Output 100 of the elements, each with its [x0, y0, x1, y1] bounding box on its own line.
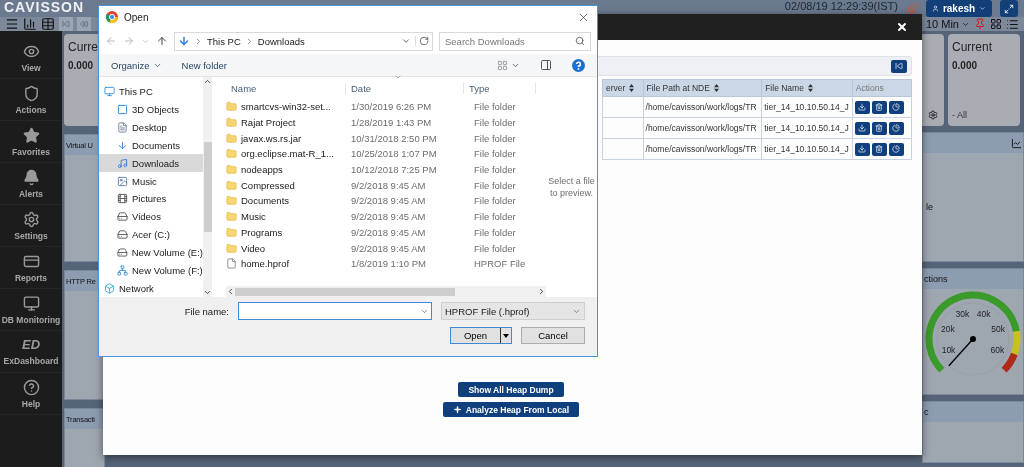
delete-button[interactable] [871, 100, 887, 114]
line-chart-icon[interactable] [1011, 137, 1022, 149]
address-bar[interactable]: This PC Downloads [174, 31, 433, 51]
nav-item-icon [117, 175, 128, 187]
nav-item[interactable]: Documents [99, 136, 203, 155]
time-range-dropdown[interactable]: 10 Min [925, 18, 970, 30]
download-button[interactable] [854, 100, 870, 114]
file-date: 10/31/2018 2:50 PM [350, 132, 438, 144]
sort-icon[interactable] [629, 84, 635, 92]
paint-icon[interactable] [906, 2, 918, 15]
preview-pane-button[interactable] [540, 59, 552, 71]
download-button[interactable] [854, 142, 870, 156]
breadcrumb[interactable]: Downloads [257, 35, 305, 47]
breadcrumb[interactable]: This PC [207, 35, 241, 47]
help-icon [22, 378, 40, 396]
sidebar-item[interactable]: ED ExDashboard [0, 331, 62, 373]
action-button[interactable]: Analyze Heap From Local [442, 402, 580, 417]
table-icon[interactable] [41, 17, 55, 31]
sidebar-item[interactable]: Alerts [0, 163, 62, 205]
sort-icon[interactable] [807, 84, 813, 92]
file-row[interactable]: Music 9/2/2018 9:45 AM File folder [226, 208, 546, 225]
folder-icon [226, 179, 237, 191]
open-button[interactable]: Open [450, 327, 512, 344]
nav-item[interactable]: New Volume (F:) [99, 261, 203, 280]
nav-item[interactable]: Pictures [99, 189, 203, 208]
up-arrow-icon[interactable] [156, 35, 168, 47]
close-icon[interactable] [896, 21, 908, 33]
list-icon[interactable] [1006, 17, 1019, 31]
delete-button[interactable] [871, 142, 887, 156]
action-button[interactable]: Show All Heap Dump [458, 382, 564, 397]
table-cell: tier_14_10.10.50.14_J [761, 117, 853, 139]
scrollbar[interactable] [203, 77, 212, 297]
file-name: nodeapps [241, 164, 283, 176]
card-note: - All [952, 110, 968, 120]
nav-item[interactable]: Desktop [99, 118, 203, 137]
sidebar-item[interactable]: Settings [0, 205, 62, 247]
delete-button[interactable] [871, 121, 887, 135]
nav-item[interactable]: This PC [99, 83, 203, 101]
column-header[interactable]: Name [226, 82, 346, 94]
file-row[interactable]: Rajat Project 1/28/2019 1:43 PM File folder [226, 114, 546, 131]
file-row[interactable]: smartcvs-win32-set... 1/30/2019 6:26 PM File folder [226, 99, 546, 115]
column-header[interactable]: Date [346, 82, 464, 94]
column-header[interactable]: Type [464, 82, 536, 94]
sidebar-item[interactable]: Reports [0, 247, 62, 289]
sidebar-item[interactable]: DB Monitoring [0, 289, 62, 331]
file-type: File folder [473, 226, 517, 238]
scrollbar[interactable] [226, 286, 546, 297]
star-icon [22, 126, 40, 144]
sidebar-item[interactable]: Favorites [0, 121, 62, 163]
user-icon [932, 4, 939, 13]
table-cell [602, 117, 644, 139]
file-type-dropdown[interactable]: HPROF File (.hprof) [441, 302, 585, 320]
download-folder-icon [178, 35, 190, 47]
file-row[interactable]: Documents 9/2/2018 9:45 AM File folder [226, 193, 546, 209]
file-row[interactable]: home.hprof 1/8/2019 1:10 PM HPROF File [226, 255, 546, 272]
dialog-title: Open [124, 11, 149, 23]
nav-item[interactable]: Acer (C:) [99, 225, 203, 244]
sidebar-item[interactable]: Help [0, 373, 62, 415]
grid-icon[interactable] [990, 18, 1002, 30]
preview-message: Select a file to preview. [547, 175, 596, 200]
file-row[interactable]: Compressed 9/2/2018 9:45 AM File folder [226, 177, 546, 194]
sidebar-item[interactable]: View [0, 37, 62, 79]
folder-icon [226, 164, 237, 176]
gear-icon[interactable] [928, 110, 938, 120]
file-row[interactable]: org.eclipse.mat-R_1... 10/25/2018 1:07 PM File folder [226, 146, 546, 162]
column-header[interactable]: erver [602, 79, 644, 97]
nav-item[interactable]: 3D Objects [99, 100, 203, 119]
file-row[interactable]: Video 9/2/2018 9:45 AM File folder [226, 240, 546, 256]
search-field[interactable]: Search Downloads [439, 31, 591, 51]
file-row[interactable]: Programs 9/2/2018 9:45 AM File folder [226, 224, 546, 241]
nav-item[interactable]: Downloads [99, 154, 203, 173]
table-cell: /home/cavisson/work/logs/TR [643, 138, 762, 160]
sort-icon[interactable] [713, 84, 719, 92]
nav-item[interactable]: New Volume (E:) [99, 243, 203, 262]
help-icon[interactable] [572, 58, 585, 72]
nav-item[interactable]: Videos [99, 207, 203, 226]
analyze-button[interactable] [888, 142, 904, 156]
cancel-button[interactable]: Cancel [521, 327, 585, 344]
caret-icon[interactable] [503, 333, 509, 338]
column-header[interactable]: File Path at NDE [643, 79, 762, 97]
fullscreen-button[interactable] [1000, 0, 1018, 17]
user-menu-button[interactable]: rakesh [926, 0, 992, 17]
column-header[interactable]: File Name [761, 79, 853, 97]
sidebar-item[interactable]: Actions [0, 79, 62, 121]
analyze-button[interactable] [888, 121, 904, 135]
new-folder-button[interactable]: New folder [181, 59, 227, 71]
gauge-tick-label: 40k [976, 309, 991, 320]
search-icon [575, 36, 585, 46]
menu-icon[interactable] [5, 17, 19, 31]
collapse-button[interactable] [891, 59, 907, 73]
bar-chart-icon[interactable] [23, 17, 37, 31]
download-button[interactable] [854, 121, 870, 135]
nav-item[interactable]: Music [99, 172, 203, 190]
file-date: 9/2/2018 9:45 AM [350, 211, 427, 223]
file-name-field[interactable] [238, 302, 432, 320]
file-row[interactable]: nodeapps 10/12/2018 7:25 PM File folder [226, 161, 546, 178]
analyze-button[interactable] [888, 100, 904, 114]
file-row[interactable]: javax.ws.rs.jar 10/31/2018 2:50 PM File folder [226, 130, 546, 147]
nav-item[interactable]: Network [99, 279, 203, 297]
organize-menu[interactable]: Organize [111, 59, 162, 71]
